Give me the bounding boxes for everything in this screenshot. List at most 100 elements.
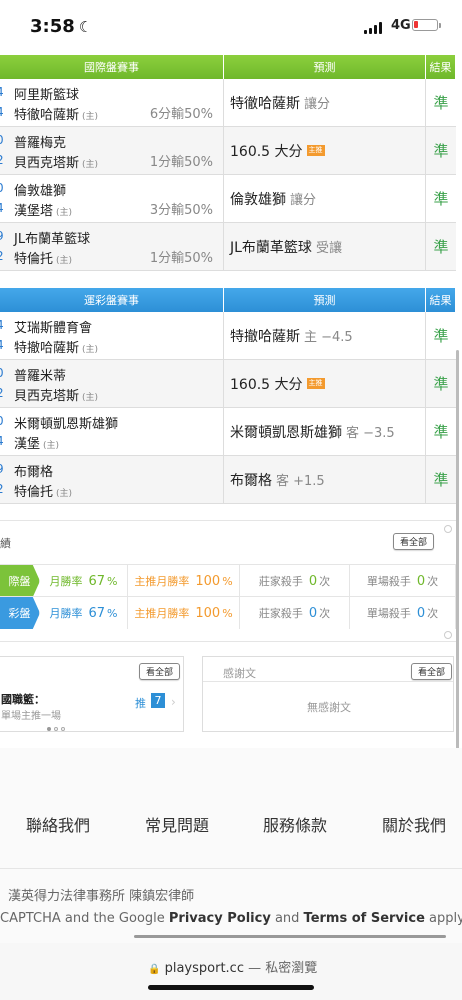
stat-main-win-rate: 主推月勝率 100% [128,597,240,629]
game-cell: 4 阿里斯籃球 4 特徹哈薩斯(主) 6分輸50% [0,79,224,126]
lock-icon: 🔒 [148,964,161,975]
result-cell: 準 [433,190,449,208]
prediction-type: 受讓 [315,241,342,256]
lottery-table: 運彩盤賽事 預測 結果 4艾瑞斯體育會4特撤哈薩斯(主)特撤哈薩斯主 −4.5準… [0,288,456,504]
team1-score: 0 [0,414,4,428]
table-row: 4艾瑞斯體育會4特撤哈薩斯(主)特撤哈薩斯主 −4.5準 [0,312,456,360]
game-cell: 9 布爾格 2 特倫托(主) [0,456,224,503]
team2-score: 4 [0,338,4,352]
carousel-dots[interactable] [47,727,65,731]
team1-score: 9 [0,462,4,476]
away-team[interactable]: 布爾格 [14,461,53,480]
terms-of-service-link[interactable]: Terms of Service [304,911,425,926]
spread-result: 6分輸50% [149,107,213,122]
result-cell: 準 [433,94,449,112]
pick-view-all-button[interactable]: 看全部 [139,663,181,680]
prediction-cell: 布爾格客 +1.5 [224,456,426,503]
prediction-type: 客 +1.5 [276,474,325,489]
stats-row-intl: 際盤 月勝率 67% 主推月勝率 100% 莊家殺手 0 次 單場殺手 0 次 [0,564,456,597]
prediction-cell: 160.5 大分 主推 [224,360,426,407]
privacy-policy-link[interactable]: Privacy Policy [169,911,271,926]
home-team[interactable]: 貝西克塔斯 [14,156,79,171]
chevron-right-icon[interactable]: › [171,695,176,709]
away-team[interactable]: 米爾頓凱恩斯雄獅 [14,413,118,432]
about-us-link[interactable]: 關於我們 [382,812,446,836]
col-header-result: 結果 [426,55,456,79]
col-header-result: 結果 [426,288,456,312]
home-marker: (主) [56,489,73,499]
prediction-pick: 特撤哈薩斯 [230,328,300,345]
team1-score: 4 [0,318,4,332]
battery-icon [412,19,438,31]
divider [203,681,453,682]
stat-win-rate: 月勝率 67% [40,597,128,629]
team2-score: 4 [0,201,4,215]
stats-view-all-button[interactable]: 看全部 [393,533,435,550]
home-marker: (主) [56,256,73,266]
main-pick-badge: 主推 [306,378,325,389]
result-cell: 準 [433,375,449,393]
home-team[interactable]: 漢堡 [14,437,40,452]
result-cell: 準 [433,327,449,345]
away-team[interactable]: 倫敦雄獅 [14,180,66,199]
col-header-game: 運彩盤賽事 [0,288,224,312]
home-team[interactable]: 貝西克塔斯 [14,389,79,404]
prediction-cell: JL布蘭革籃球 受讓 [224,223,426,270]
pick-subtitle: 單場主推一場 [1,711,61,722]
table-row: 9JL布蘭革籃球2特倫托(主)1分輸50%JL布蘭革籃球受讓準 [0,223,456,271]
team2-score: 4 [0,434,4,448]
away-team[interactable]: 艾瑞斯體育會 [14,317,92,336]
home-indicator [148,985,314,990]
horizontal-scrollbar[interactable] [134,935,446,938]
home-team[interactable]: 特倫托 [14,485,53,500]
team2-score: 2 [0,386,4,400]
home-team[interactable]: 特倫托 [14,252,53,267]
col-header-prediction: 預測 [224,288,426,312]
game-cell: 0 倫敦雄獅 4 漢堡塔(主) 3分輸50% [0,175,224,222]
prediction-cell: 160.5 大分 主推 [224,127,426,174]
prediction-pick: 160.5 大分 [230,143,303,160]
team2-score: 4 [0,105,4,119]
prediction-pick: 特徹哈薩斯 [230,95,300,112]
away-team[interactable]: JL布蘭革籃球 [14,228,90,247]
home-marker: (主) [82,393,99,403]
result-cell: 準 [433,423,449,441]
stats-tag: 彩盤 [0,597,40,629]
home-team-wrap: 特徹哈薩斯 (主) [14,104,98,123]
result-cell: 準 [433,471,449,489]
prediction-pick: JL布蘭革籃球 [230,239,312,256]
main-pick-badge: 主推 [306,145,325,156]
terms-link[interactable]: 服務條款 [263,812,327,836]
home-marker: (主) [82,345,99,355]
network-type: 4G [391,18,411,33]
result-cell: 準 [433,238,449,256]
prediction-pick: 米爾頓凱恩斯雄獅 [230,424,342,441]
table-row: 9布爾格2特倫托(主)布爾格客 +1.5準 [0,456,456,504]
col-header-game: 國際盤賽事 [0,55,224,79]
table-row: 4阿里斯籃球4特徹哈薩斯(主)6分輸50%特徹哈薩斯讓分準 [0,79,456,127]
pick-title: 國職籃： [1,693,45,706]
thanks-view-all-button[interactable]: 看全部 [411,663,453,680]
team2-score: 2 [0,249,4,263]
away-team[interactable]: 阿里斯籃球 [14,84,79,103]
game-cell: 9 JL布蘭革籃球 2 特倫托(主) 1分輸50% [0,223,224,270]
home-team-wrap: 特倫托 (主) [14,481,72,500]
thanks-empty-text: 無感謝文 [307,701,351,714]
home-team[interactable]: 漢堡塔 [14,204,53,219]
stats-title: 績 [0,537,11,550]
home-team[interactable]: 特徹哈薩斯 [14,108,79,123]
stat-single-killer: 單場殺手 0 次 [350,597,456,629]
prediction-type: 客 −3.5 [346,426,395,441]
prediction-type: 讓分 [290,193,317,208]
corner-circle-icon [444,631,452,639]
home-team[interactable]: 特撤哈薩斯 [14,341,79,356]
faq-link[interactable]: 常見問題 [145,812,209,836]
stat-single-killer: 單場殺手 0 次 [350,565,456,597]
pick-card: 看全部 國職籃： 單場主推一場 推 7 › [0,656,184,732]
contact-us-link[interactable]: 聯絡我們 [26,812,90,836]
url-bar[interactable]: 🔒 playsport.cc — 私密瀏覽 [148,957,317,976]
away-team[interactable]: 普羅米蒂 [14,365,66,384]
away-team[interactable]: 普羅梅克 [14,132,66,151]
table-row: 0普羅米蒂2貝西克塔斯(主)160.5 大分主推準 [0,360,456,408]
prediction-type: 讓分 [304,97,331,112]
